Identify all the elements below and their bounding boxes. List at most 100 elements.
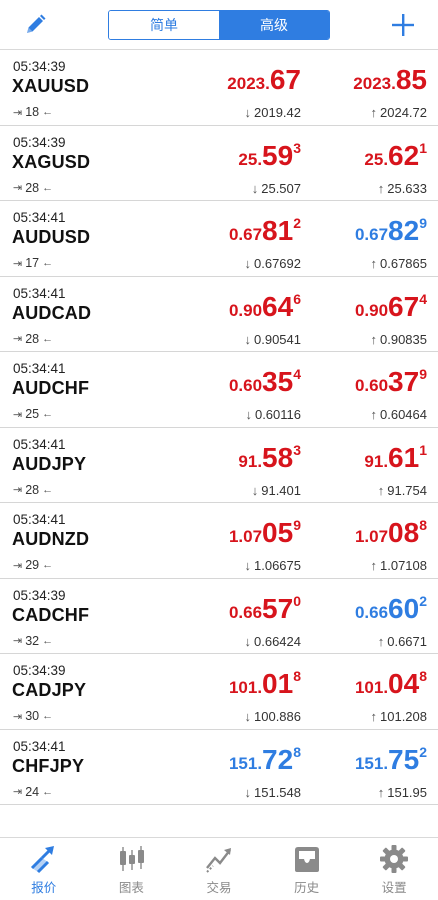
- bid-price-pips: 57: [262, 592, 294, 624]
- ask-price[interactable]: 0.67829: [355, 215, 427, 245]
- daily-low: ↓ 100.886: [245, 709, 302, 724]
- quote-time: 05:34:41: [13, 436, 66, 452]
- symbol-name: AUDNZD: [12, 529, 90, 549]
- ask-price-pips: 67: [388, 290, 420, 322]
- segment-advanced[interactable]: 高级: [219, 11, 329, 39]
- quote-row[interactable]: 05:34:41 CHFJPY ⇥ 24 ← 151.728 151.752 ↓ 151.548…: [0, 729, 438, 805]
- ask-price-prefix: 0.60: [354, 376, 389, 395]
- bid-price[interactable]: 0.67812: [228, 216, 301, 245]
- bid-price[interactable]: 0.60354: [228, 366, 301, 396]
- ask-price-fraction: 9: [419, 215, 427, 231]
- arrow-right-bar-icon: ⇥: [13, 106, 23, 119]
- edit-button[interactable]: [22, 12, 48, 38]
- quote-row[interactable]: 05:34:41 AUDCHF ⇥ 25 ← 0.60354 0.60379 ↓ 0.60116…: [0, 352, 438, 428]
- ask-price-fraction: 8: [419, 517, 427, 533]
- ask-price[interactable]: 1.07088: [354, 517, 427, 547]
- ask-price[interactable]: 101.048: [355, 668, 427, 699]
- spread-indicator: ⇥ 28 ←: [13, 181, 53, 195]
- daily-high: ↑ 91.754: [378, 483, 427, 498]
- bid-price[interactable]: 1.07059: [228, 517, 301, 547]
- ask-price[interactable]: 25.621: [364, 139, 427, 171]
- quote-row[interactable]: 05:34:39 CADJPY ⇥ 30 ← 101.018 101.048 ↓ 100.886…: [0, 654, 438, 730]
- bid-price[interactable]: 0.90646: [229, 290, 301, 321]
- ask-price[interactable]: 151.752: [355, 743, 427, 774]
- ask-price[interactable]: 2023.85: [353, 66, 427, 94]
- bid-price[interactable]: 151.728: [229, 743, 301, 775]
- tab-settings[interactable]: 设置: [350, 838, 438, 900]
- bid-price-prefix: 0.60: [228, 376, 263, 395]
- tab-charts[interactable]: 图表: [88, 838, 176, 900]
- bid-price-fraction: 4: [293, 366, 301, 382]
- bid-price[interactable]: 101.018: [229, 669, 301, 698]
- bid-price[interactable]: 91.583: [238, 441, 301, 472]
- ask-price-fraction: 9: [419, 366, 427, 382]
- daily-low-value: 0.66424: [254, 633, 301, 649]
- quote-row[interactable]: 05:34:41 AUDCAD ⇥ 28 ← 0.90646 0.90674 ↓ 0.90541…: [0, 276, 438, 352]
- arrow-right-bar-icon: ⇥: [13, 559, 23, 572]
- ask-price[interactable]: 91.611: [364, 443, 427, 472]
- arrow-right-bar-icon: ⇥: [13, 333, 23, 345]
- arrow-up-icon: ↑: [370, 105, 378, 120]
- symbol-name: AUDJPY: [12, 453, 87, 474]
- quote-row[interactable]: 05:34:39 CADCHF ⇥ 32 ← 0.66570 0.66602 ↓ 0.66424…: [0, 578, 438, 654]
- spread-indicator: ⇥ 18 ←: [13, 105, 53, 119]
- ask-price-prefix: 0.90: [354, 300, 389, 320]
- daily-low-value: 0.60116: [254, 407, 301, 422]
- bid-price-fraction: 9: [293, 517, 301, 533]
- tab-trade[interactable]: 交易: [175, 838, 263, 900]
- arrow-right-bar-icon: ⇥: [13, 484, 23, 496]
- bid-price-prefix: 0.67: [228, 225, 263, 244]
- daily-low: ↓ 151.548: [245, 785, 302, 800]
- daily-low-value: 100.886: [254, 709, 301, 724]
- quote-time: 05:34:39: [13, 59, 66, 74]
- ask-price-pips: 62: [388, 139, 420, 171]
- bid-price-prefix: 1.07: [228, 527, 263, 546]
- bid-price-fraction: 6: [293, 290, 301, 307]
- bid-price[interactable]: 0.66570: [229, 592, 301, 624]
- quote-row[interactable]: 05:34:41 AUDUSD ⇥ 17 ← 0.67812 0.67829 ↓ 0.67692…: [0, 201, 438, 277]
- bid-price[interactable]: 25.593: [238, 139, 301, 171]
- ask-price-pips: 04: [388, 668, 420, 699]
- bid-price[interactable]: 2023.67: [227, 66, 301, 94]
- arrow-up-icon: ↑: [370, 256, 378, 271]
- bid-price-fraction: 3: [293, 441, 301, 458]
- symbol-name: AUDUSD: [12, 227, 91, 247]
- spread-indicator: ⇥ 28 ←: [13, 332, 53, 346]
- arrow-up-icon: ↑: [370, 709, 378, 724]
- ask-price-prefix: 1.07: [354, 527, 389, 546]
- ask-price-fraction: 2: [419, 743, 427, 760]
- tab-quotes[interactable]: 报价: [0, 838, 88, 900]
- ask-price[interactable]: 0.60379: [354, 366, 427, 397]
- ask-price-pips: 60: [388, 592, 420, 624]
- segment-simple[interactable]: 简单: [109, 11, 219, 39]
- ask-price[interactable]: 0.66602: [355, 592, 427, 624]
- tab-history[interactable]: 历史: [263, 838, 351, 900]
- daily-high: ↑ 25.633: [378, 181, 427, 196]
- daily-high: ↑ 0.67865: [371, 256, 428, 271]
- daily-high: ↑ 2024.72: [371, 105, 428, 120]
- ask-price[interactable]: 0.90674: [354, 290, 427, 322]
- arrow-up-icon: ↑: [377, 482, 385, 498]
- arrow-down-icon: ↓: [244, 633, 252, 649]
- arrow-right-bar-icon: ⇥: [13, 257, 23, 270]
- ask-price-pips: 37: [388, 366, 420, 397]
- quote-time: 05:34:41: [13, 512, 66, 527]
- quote-row[interactable]: 05:34:41 AUDNZD ⇥ 29 ← 1.07059 1.07088 ↓ 1.06675…: [0, 503, 438, 579]
- tab-quotes-label: 报价: [31, 880, 57, 895]
- quote-row[interactable]: 05:34:39 XAUUSD ⇥ 18 ← 2023.67 2023.85 ↓ 2019.42…: [0, 50, 438, 126]
- bid-price-pips: 59: [262, 139, 294, 171]
- daily-high: ↑ 0.6671: [378, 634, 427, 649]
- add-symbol-button[interactable]: [390, 12, 416, 38]
- spread-value: 28: [25, 482, 40, 497]
- bid-price-prefix: 91.: [238, 451, 263, 471]
- quote-row[interactable]: 05:34:39 XAGUSD ⇥ 28 ← 25.593 25.621 ↓ 25.507 ↑ 25…: [0, 125, 438, 201]
- arrow-left-icon: ←: [42, 483, 54, 496]
- spread-indicator: ⇥ 28 ←: [13, 483, 53, 497]
- quote-row[interactable]: 05:34:41 AUDJPY ⇥ 28 ← 91.583 91.611 ↓ 91.401 ↑ 91…: [0, 427, 438, 503]
- arrow-left-icon: ←: [42, 332, 54, 345]
- arrow-down-icon: ↓: [244, 784, 252, 800]
- arrow-down-icon: ↓: [244, 105, 252, 120]
- bid-price-pips: 72: [262, 743, 294, 775]
- daily-high-value: 1.07108: [380, 558, 427, 573]
- arrow-right-bar-icon: ⇥: [13, 710, 23, 723]
